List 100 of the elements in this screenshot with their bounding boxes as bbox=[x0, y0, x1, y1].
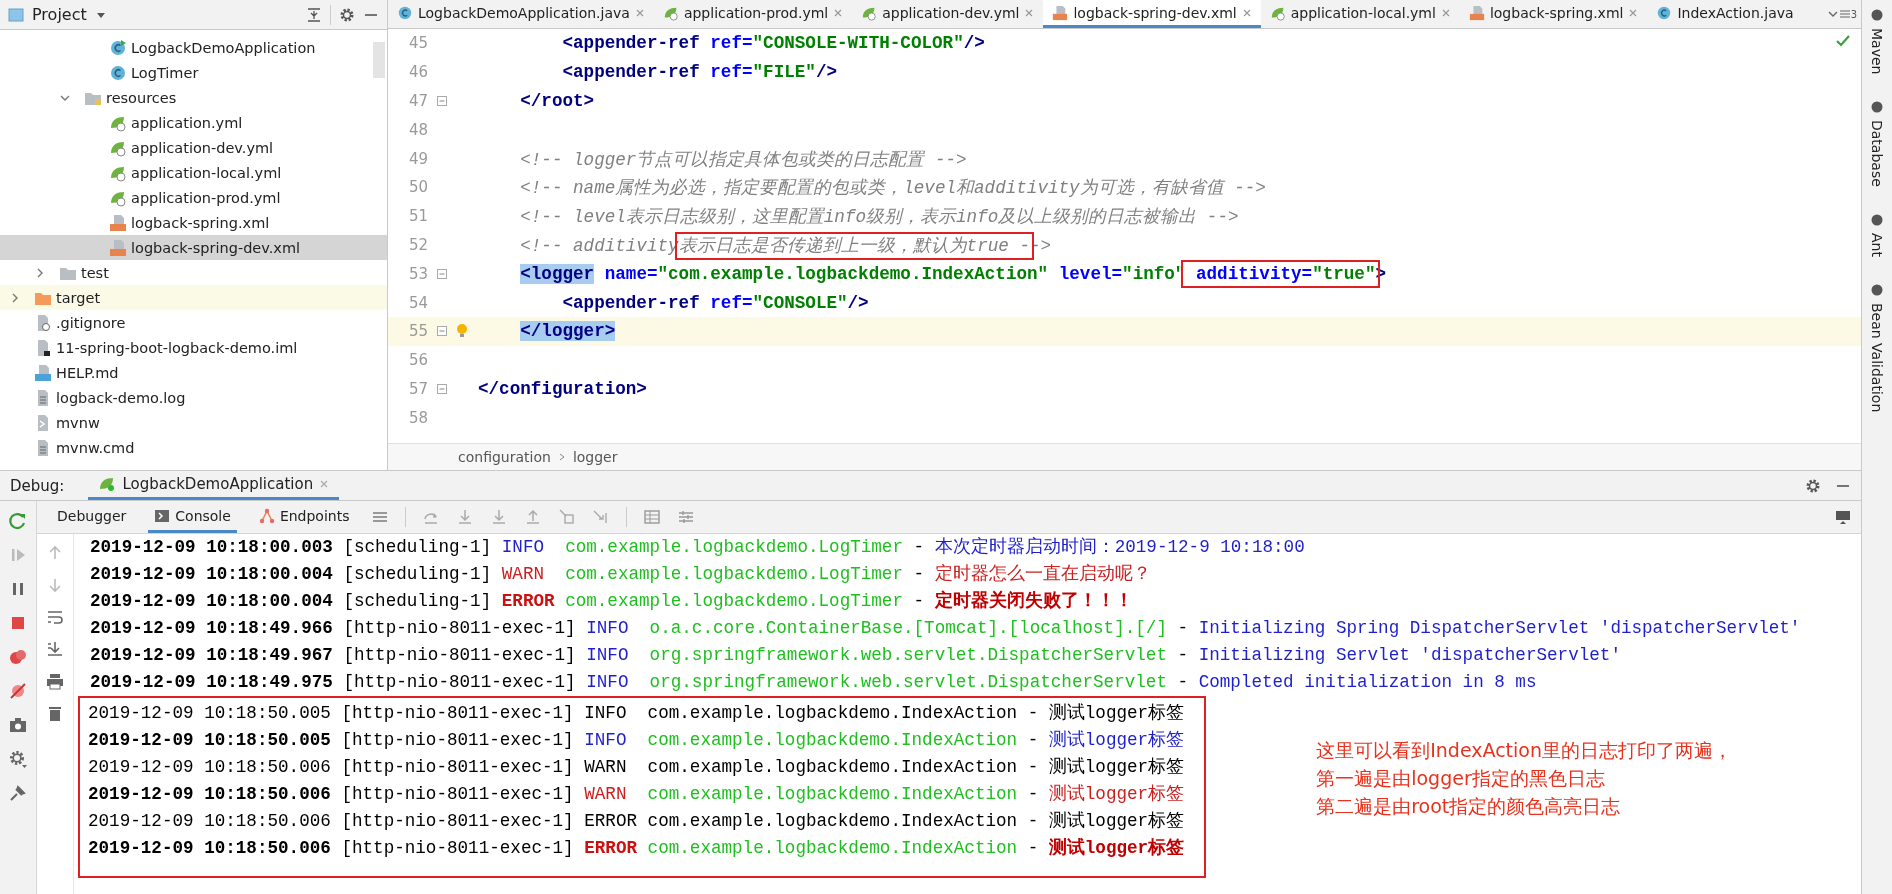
line-number: 45 bbox=[407, 34, 428, 53]
tree-item[interactable]: logback-demo.log bbox=[0, 385, 387, 410]
tree-item[interactable]: LogbackDemoApplication bbox=[0, 35, 387, 60]
arrow-down-icon[interactable] bbox=[46, 576, 64, 594]
tree-item[interactable]: mvnw bbox=[0, 410, 387, 435]
hidden-tabs-count[interactable]: 3 bbox=[1850, 8, 1857, 20]
project-view-selector[interactable]: Project bbox=[32, 5, 87, 24]
close-icon[interactable] bbox=[833, 7, 844, 18]
log-line: 2019-12-09 10:18:49.975 [http-nio-8011-exec-1] INFO org.springframework.web.servlet.DispatcherServlet - Completed initialization in 8 ms bbox=[90, 671, 1538, 694]
tool-window-button[interactable]: Maven bbox=[1869, 8, 1885, 75]
soft-wrap-icon[interactable] bbox=[46, 608, 64, 626]
tree-item[interactable]: .gitignore bbox=[0, 310, 387, 335]
annotation-text: 这里可以看到IndexAction里的日志打印了两遍， bbox=[1316, 738, 1732, 763]
scrollbar[interactable] bbox=[373, 42, 385, 78]
line-number: 55 bbox=[407, 322, 428, 341]
code-line: <appender-ref ref="CONSOLE"/> bbox=[561, 292, 869, 313]
tool-window-button[interactable]: Ant bbox=[1869, 213, 1885, 258]
annotation-text: 第一遍是由logger指定的黑色日志 bbox=[1316, 766, 1606, 791]
tool-window-icon bbox=[1870, 213, 1884, 228]
sliders-icon[interactable] bbox=[677, 508, 696, 526]
trash-icon[interactable] bbox=[46, 704, 64, 722]
editor-tab[interactable]: application-prod.yml bbox=[653, 0, 853, 28]
lightbulb-icon[interactable] bbox=[454, 323, 470, 340]
breadcrumb[interactable]: logger bbox=[572, 449, 618, 465]
line-number: 56 bbox=[407, 351, 428, 370]
code-line: <!-- level表示日志级别，这里配置info级别，表示info及以上级别的日志被输出 --> bbox=[519, 206, 1239, 229]
log-line: 2019-12-09 10:18:49.967 [http-nio-8011-exec-1] INFO org.springframework.web.servlet.DispatcherServlet - Initializing Servlet 'dispatcherServlet' bbox=[90, 644, 1622, 667]
fold-icon[interactable] bbox=[436, 325, 448, 338]
tree-item[interactable]: application.yml bbox=[0, 110, 387, 135]
tree-item[interactable]: target bbox=[0, 285, 387, 310]
tree-item[interactable]: 11-spring-boot-logback-demo.iml bbox=[0, 335, 387, 360]
settings-icon[interactable] bbox=[8, 749, 28, 769]
fold-icon[interactable] bbox=[436, 382, 448, 395]
tree-item[interactable]: application-local.yml bbox=[0, 160, 387, 185]
line-number: 52 bbox=[407, 235, 428, 254]
nodes-icon bbox=[258, 507, 275, 524]
log-line: 2019-12-09 10:18:50.006 [http-nio-8011-exec-1] WARN com.example.logbackdemo.IndexAction - 测试logger标签 bbox=[88, 756, 1185, 779]
editor-tab[interactable]: application-dev.yml bbox=[852, 0, 1044, 28]
code-line: </configuration> bbox=[478, 378, 647, 399]
scroll-to-end-icon[interactable] bbox=[46, 640, 64, 658]
class-icon bbox=[397, 4, 413, 21]
file-icon bbox=[109, 238, 127, 257]
close-icon[interactable] bbox=[1241, 7, 1252, 18]
log-line: 2019-12-09 10:18:49.966 [http-nio-8011-exec-1] INFO o.a.c.core.ContainerBase.[Tomcat].[localhost].[/] - Initializing Spring DispatcherServlet 'dispatcherServlet' bbox=[90, 617, 1802, 640]
tree-item[interactable]: HELP.md bbox=[0, 360, 387, 385]
close-icon[interactable] bbox=[319, 479, 330, 489]
settings-icon[interactable] bbox=[1805, 477, 1821, 494]
print-icon[interactable] bbox=[46, 672, 64, 690]
pin-icon[interactable] bbox=[8, 783, 28, 803]
editor-tab[interactable]: LogbackDemoApplication.java bbox=[388, 0, 654, 28]
editor-tab[interactable]: logback-spring-dev.xml bbox=[1043, 0, 1261, 28]
panel-tab[interactable]: Console bbox=[148, 501, 237, 533]
rerun-icon[interactable] bbox=[8, 511, 28, 531]
breadcrumb[interactable]: configuration bbox=[458, 449, 551, 465]
breakpoints-icon[interactable] bbox=[8, 647, 28, 667]
drop-frame-icon[interactable] bbox=[558, 508, 577, 526]
line-number: 53 bbox=[407, 264, 428, 283]
editor-tab[interactable]: logback-spring.xml bbox=[1459, 0, 1648, 28]
layout-icon[interactable] bbox=[1835, 509, 1851, 525]
panel-tab[interactable]: Debugger bbox=[51, 501, 133, 533]
collapse-all-icon[interactable] bbox=[306, 6, 322, 23]
editor-tab[interactable]: IndexAction.java bbox=[1647, 0, 1803, 28]
panel-tab[interactable]: Endpoints bbox=[252, 501, 356, 533]
code-line: <appender-ref ref="CONSOLE-WITH-COLOR"/> bbox=[561, 33, 985, 54]
tree-item[interactable]: logback-spring.xml bbox=[0, 210, 387, 235]
tool-window-button[interactable]: Bean Validation bbox=[1869, 283, 1885, 413]
fold-icon[interactable] bbox=[436, 95, 448, 107]
table-icon[interactable] bbox=[643, 508, 662, 526]
tree-item[interactable]: LogTimer bbox=[0, 60, 387, 85]
line-number: 54 bbox=[407, 293, 428, 312]
close-icon[interactable] bbox=[1440, 7, 1451, 18]
close-icon[interactable] bbox=[1628, 7, 1639, 18]
editor-tab[interactable]: application-local.yml bbox=[1260, 0, 1460, 28]
check-icon[interactable] bbox=[1835, 33, 1851, 49]
settings-icon[interactable] bbox=[339, 6, 355, 23]
camera-icon[interactable] bbox=[8, 715, 28, 735]
log-line: 2019-12-09 10:18:00.003 [scheduling-1] INFO com.example.logbackdemo.LogTimer - 本次定时器启动时间：2019-12-9 10:18:00 bbox=[90, 536, 1306, 559]
fold-icon[interactable] bbox=[436, 267, 448, 280]
log-line: 2019-12-09 10:18:00.004 [scheduling-1] WARN com.example.logbackdemo.LogTimer - 定时器怎么一直在启动呢？ bbox=[90, 563, 1152, 586]
annotation-text: 第二遍是由root指定的颜色高亮日志 bbox=[1316, 794, 1622, 819]
log-line: 2019-12-09 10:18:50.006 [http-nio-8011-exec-1] ERROR com.example.logbackdemo.IndexAction - 测试logger标签 bbox=[88, 837, 1185, 860]
class-icon bbox=[1656, 4, 1673, 21]
leaf-icon bbox=[98, 475, 117, 493]
tree-item[interactable]: mvnw.cmd bbox=[0, 435, 387, 460]
tree-item[interactable]: test bbox=[0, 260, 387, 285]
tree-item[interactable]: logback-spring-dev.xml bbox=[0, 235, 387, 260]
tool-window-button[interactable]: Database bbox=[1869, 100, 1885, 188]
code-line: <appender-ref ref="FILE"/> bbox=[561, 62, 837, 83]
close-icon[interactable] bbox=[1024, 7, 1035, 18]
line-number: 58 bbox=[407, 408, 428, 427]
code-line: </root> bbox=[519, 91, 595, 111]
line-number: 46 bbox=[407, 63, 428, 82]
tree-item[interactable]: application-prod.yml bbox=[0, 185, 387, 210]
tree-item[interactable]: application-dev.yml bbox=[0, 135, 387, 160]
close-icon[interactable] bbox=[634, 7, 645, 18]
tree-item[interactable]: resources bbox=[0, 85, 387, 110]
tool-window-icon bbox=[1870, 283, 1884, 298]
line-number: 49 bbox=[407, 149, 428, 168]
code-line: <!-- name属性为必选，指定要配置的包或类，level和additivity为可选，有缺省值 --> bbox=[519, 177, 1266, 200]
mute-breakpoints-icon[interactable] bbox=[8, 681, 28, 701]
